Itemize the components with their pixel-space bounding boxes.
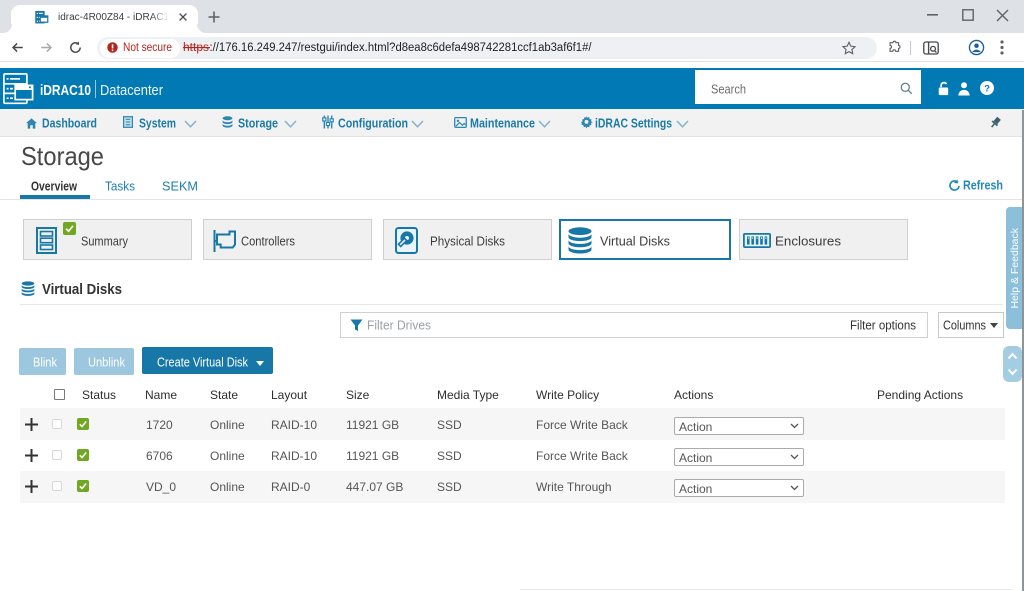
svg-text:Columns: Columns (943, 319, 986, 333)
svg-text:://176.16.249.247/restgui/inde: ://176.16.249.247/restgui/index.html?d8e… (210, 42, 593, 54)
svg-text:Virtual Disks: Virtual Disks (42, 282, 122, 298)
svg-text:Virtual Disks: Virtual Disks (600, 234, 670, 249)
svg-text:Filter options: Filter options (850, 319, 916, 333)
svg-text:Physical Disks: Physical Disks (430, 234, 505, 249)
svg-text:Not secure: Not secure (123, 42, 172, 54)
svg-text:Tasks: Tasks (105, 179, 135, 194)
svg-text:Dashboard: Dashboard (42, 117, 97, 131)
svg-text:Overview: Overview (31, 179, 78, 194)
svg-text:Filter Drives: Filter Drives (367, 319, 431, 333)
svg-text:Storage: Storage (21, 141, 104, 171)
svg-text:?: ? (984, 84, 990, 95)
svg-text:Blink: Blink (33, 356, 58, 370)
svg-text:Controllers: Controllers (241, 234, 295, 249)
svg-text:Search: Search (711, 83, 746, 97)
svg-text:SEKM: SEKM (162, 179, 198, 194)
svg-text:Maintenance: Maintenance (470, 117, 535, 131)
svg-text:Refresh: Refresh (963, 178, 1003, 193)
svg-text:Enclosures: Enclosures (775, 234, 842, 249)
svg-text:Storage: Storage (238, 117, 278, 131)
svg-text:iDRAC10: iDRAC10 (40, 82, 91, 99)
svg-text:Unblink: Unblink (88, 356, 126, 370)
svg-text:Datacenter: Datacenter (100, 82, 163, 99)
svg-text:Summary: Summary (81, 234, 128, 249)
svg-text:Create Virtual Disk: Create Virtual Disk (157, 356, 249, 370)
svg-text:System: System (139, 117, 176, 131)
svg-text:iDRAC Settings: iDRAC Settings (595, 117, 672, 131)
svg-text:Configuration: Configuration (338, 117, 408, 131)
